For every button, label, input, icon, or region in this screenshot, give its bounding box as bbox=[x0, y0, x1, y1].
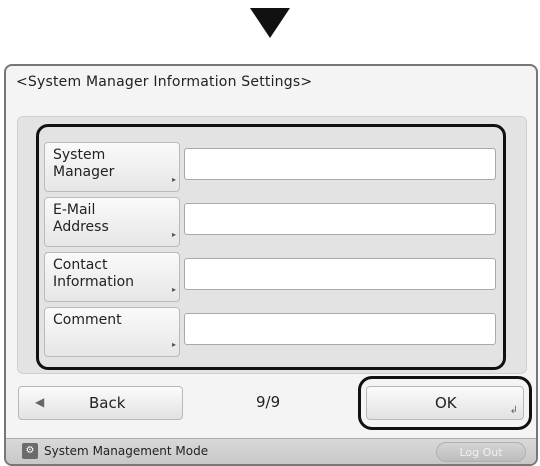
comment-key-button[interactable]: Comment ▸ bbox=[44, 307, 180, 357]
corner-marker-icon: ▸ bbox=[171, 285, 176, 294]
contact-information-field[interactable] bbox=[184, 258, 496, 290]
email-address-label: E-Mail Address bbox=[53, 202, 109, 235]
left-arrow-icon: ◀ bbox=[35, 395, 45, 409]
down-arrow-indicator-icon bbox=[250, 8, 290, 38]
page-indicator: 9/9 bbox=[256, 393, 281, 411]
corner-marker-icon: ▸ bbox=[171, 340, 176, 349]
ok-label: OK bbox=[435, 394, 457, 412]
row-comment: Comment ▸ bbox=[44, 307, 496, 357]
mode-status-text: System Management Mode bbox=[44, 444, 209, 458]
system-manager-key-button[interactable]: System Manager ▸ bbox=[44, 142, 180, 192]
system-manager-field[interactable] bbox=[184, 148, 496, 180]
enter-corner-icon: ↲ bbox=[509, 405, 518, 416]
contact-information-label: Contact Information bbox=[53, 257, 135, 290]
device-screen: <System Manager Information Settings> Sy… bbox=[4, 64, 538, 466]
back-button[interactable]: ◀ Back bbox=[18, 386, 183, 420]
corner-marker-icon: ▸ bbox=[171, 175, 176, 184]
system-manager-label: System Manager bbox=[53, 147, 115, 180]
row-system-manager: System Manager ▸ bbox=[44, 142, 496, 192]
corner-marker-icon: ▸ bbox=[171, 230, 176, 239]
system-management-icon: ⚙ bbox=[22, 443, 38, 459]
bottom-bar: ◀ Back 9/9 OK ↲ bbox=[6, 378, 536, 428]
contact-information-key-button[interactable]: Contact Information ▸ bbox=[44, 252, 180, 302]
comment-label: Comment bbox=[53, 312, 122, 328]
email-address-field[interactable] bbox=[184, 203, 496, 235]
email-address-key-button[interactable]: E-Mail Address ▸ bbox=[44, 197, 180, 247]
status-bar: ⚙ System Management Mode Log Out bbox=[6, 438, 536, 464]
ok-button[interactable]: OK ↲ bbox=[366, 386, 524, 420]
back-label: Back bbox=[89, 394, 126, 412]
row-email-address: E-Mail Address ▸ bbox=[44, 197, 496, 247]
log-out-button[interactable]: Log Out bbox=[436, 442, 526, 462]
row-contact-information: Contact Information ▸ bbox=[44, 252, 496, 302]
page-title: <System Manager Information Settings> bbox=[16, 74, 313, 90]
comment-field[interactable] bbox=[184, 313, 496, 345]
